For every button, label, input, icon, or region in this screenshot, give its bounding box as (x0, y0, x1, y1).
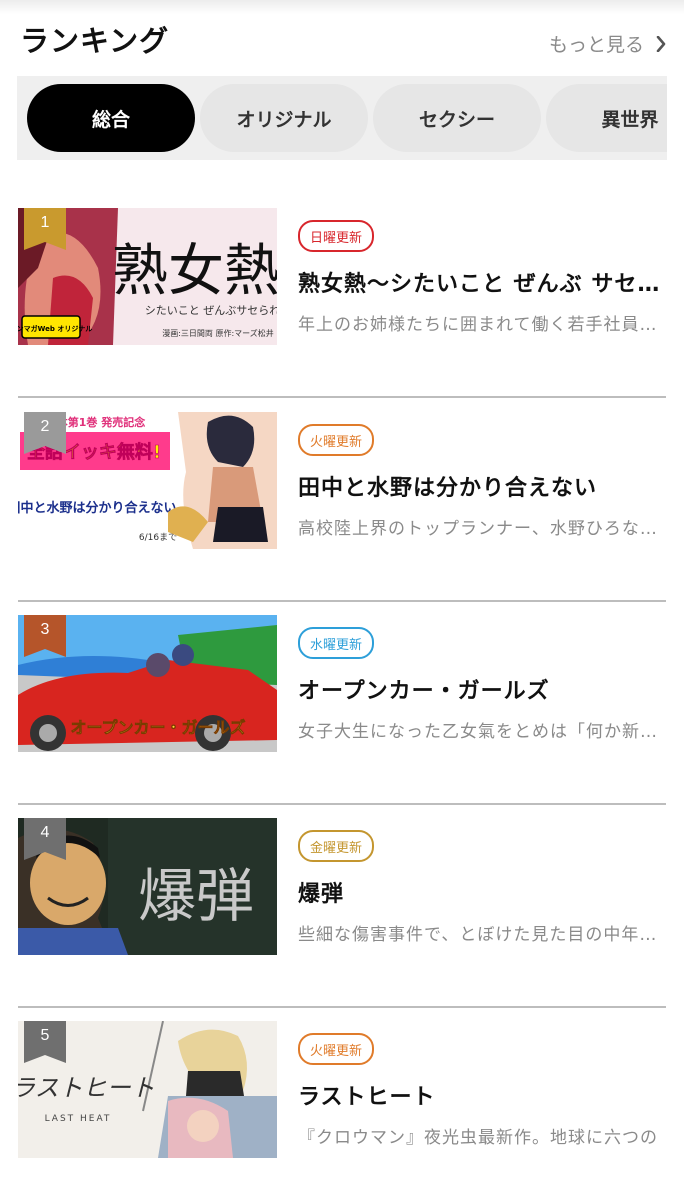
comic-title[interactable]: 爆弾 (298, 876, 660, 908)
rank-number: 5 (40, 1027, 50, 1044)
update-day-badge: 水曜更新 (298, 627, 375, 659)
thumb-title-text: ラストヒート (18, 1074, 155, 1102)
ranking-item[interactable]: 爆弾 4 金曜更新 爆弾 些細な傷害事件で、とぼけた見た目の中年男が (0, 806, 684, 996)
update-day-badge: 火曜更新 (298, 1033, 375, 1065)
update-day-badge: 日曜更新 (298, 220, 375, 252)
thumb-credit: 漫画:三日間両 原作:マーズ松井 (162, 328, 274, 338)
ranking-header: ランキング もっと見る (0, 0, 684, 70)
thumb-title-text: 熟女熱 (112, 239, 277, 304)
more-link[interactable]: もっと見る (549, 30, 666, 57)
ranking-item[interactable]: 単行本第1巻 発売記念 全話イッキ無料! 田中と水野は分かり合えない 6/16ま… (0, 400, 684, 590)
tab-original[interactable]: オリジナル (200, 84, 368, 152)
more-link-label: もっと見る (548, 34, 644, 56)
thumb-subtitle: シたいこと ぜんぶサセられる (145, 304, 277, 317)
ranking-item[interactable]: ラストヒート LAST HEAT 5 火曜更新 ラストヒート 『クロウマン』夜光… (0, 1009, 684, 1199)
comic-title[interactable]: 田中と水野は分かり合えない (298, 470, 660, 502)
thumb-logo: ヤンマガWeb オリジナル (18, 324, 92, 333)
rank-number: 2 (40, 418, 50, 435)
divider (18, 396, 666, 398)
rank-badge: 3 (24, 615, 66, 657)
chevron-right-icon (656, 35, 666, 52)
tab-overall[interactable]: 総合 (27, 84, 195, 152)
ranking-item[interactable]: 熟女熱 シたいこと ぜんぶサセられる 漫画:三日間両 原作:マーズ松井 ヤンマガ… (0, 196, 684, 386)
thumb-title-text: 田中と水野は分かり合えない (18, 500, 177, 516)
comic-description: 些細な傷害事件で、とぼけた見た目の中年男が (298, 925, 660, 945)
tab-isekai[interactable]: 異世界 (546, 84, 667, 152)
category-tabs: 総合 オリジナル セクシー 異世界 (17, 76, 667, 160)
thumb-title-text: オープンカー・ガールズ (70, 718, 245, 737)
rank-badge: 4 (24, 818, 66, 860)
rank-number: 3 (40, 621, 50, 638)
comic-title[interactable]: 熟女熱〜シたいこと ぜんぶ サセられる〜 (298, 266, 660, 298)
rank-badge: 1 (24, 208, 66, 250)
section-title: ランキング (20, 24, 170, 58)
comic-description: 高校陸上界のトップランナー、水野ひろなと田中の物語 (298, 519, 660, 539)
divider (18, 803, 666, 805)
divider (18, 1006, 666, 1008)
comic-description: 年上のお姉様たちに囲まれて働く若手社員の日常 (298, 315, 660, 335)
tab-sexy[interactable]: セクシー (373, 84, 541, 152)
rank-number: 1 (40, 214, 50, 231)
comic-title[interactable]: オープンカー・ガールズ (298, 673, 660, 705)
rank-badge: 5 (24, 1021, 66, 1063)
comic-title[interactable]: ラストヒート (298, 1079, 660, 1111)
ranking-item[interactable]: オープンカー・ガールズ 3 水曜更新 オープンカー・ガールズ 女子大生になった乙… (0, 603, 684, 793)
thumb-title-text: 爆弾 (138, 862, 254, 930)
rank-badge: 2 (24, 412, 66, 454)
comic-description: 女子大生になった乙女氣をとめは「何か新しいことを」 (298, 722, 660, 742)
thumb-date: 6/16まで (139, 532, 177, 543)
update-day-badge: 金曜更新 (298, 830, 375, 862)
comic-description: 『クロウマン』夜光虫最新作。地球に六つの (298, 1128, 658, 1148)
divider (18, 600, 666, 602)
update-day-badge: 火曜更新 (298, 424, 375, 456)
thumb-subtitle: LAST HEAT (45, 1114, 112, 1124)
rank-number: 4 (40, 824, 50, 841)
